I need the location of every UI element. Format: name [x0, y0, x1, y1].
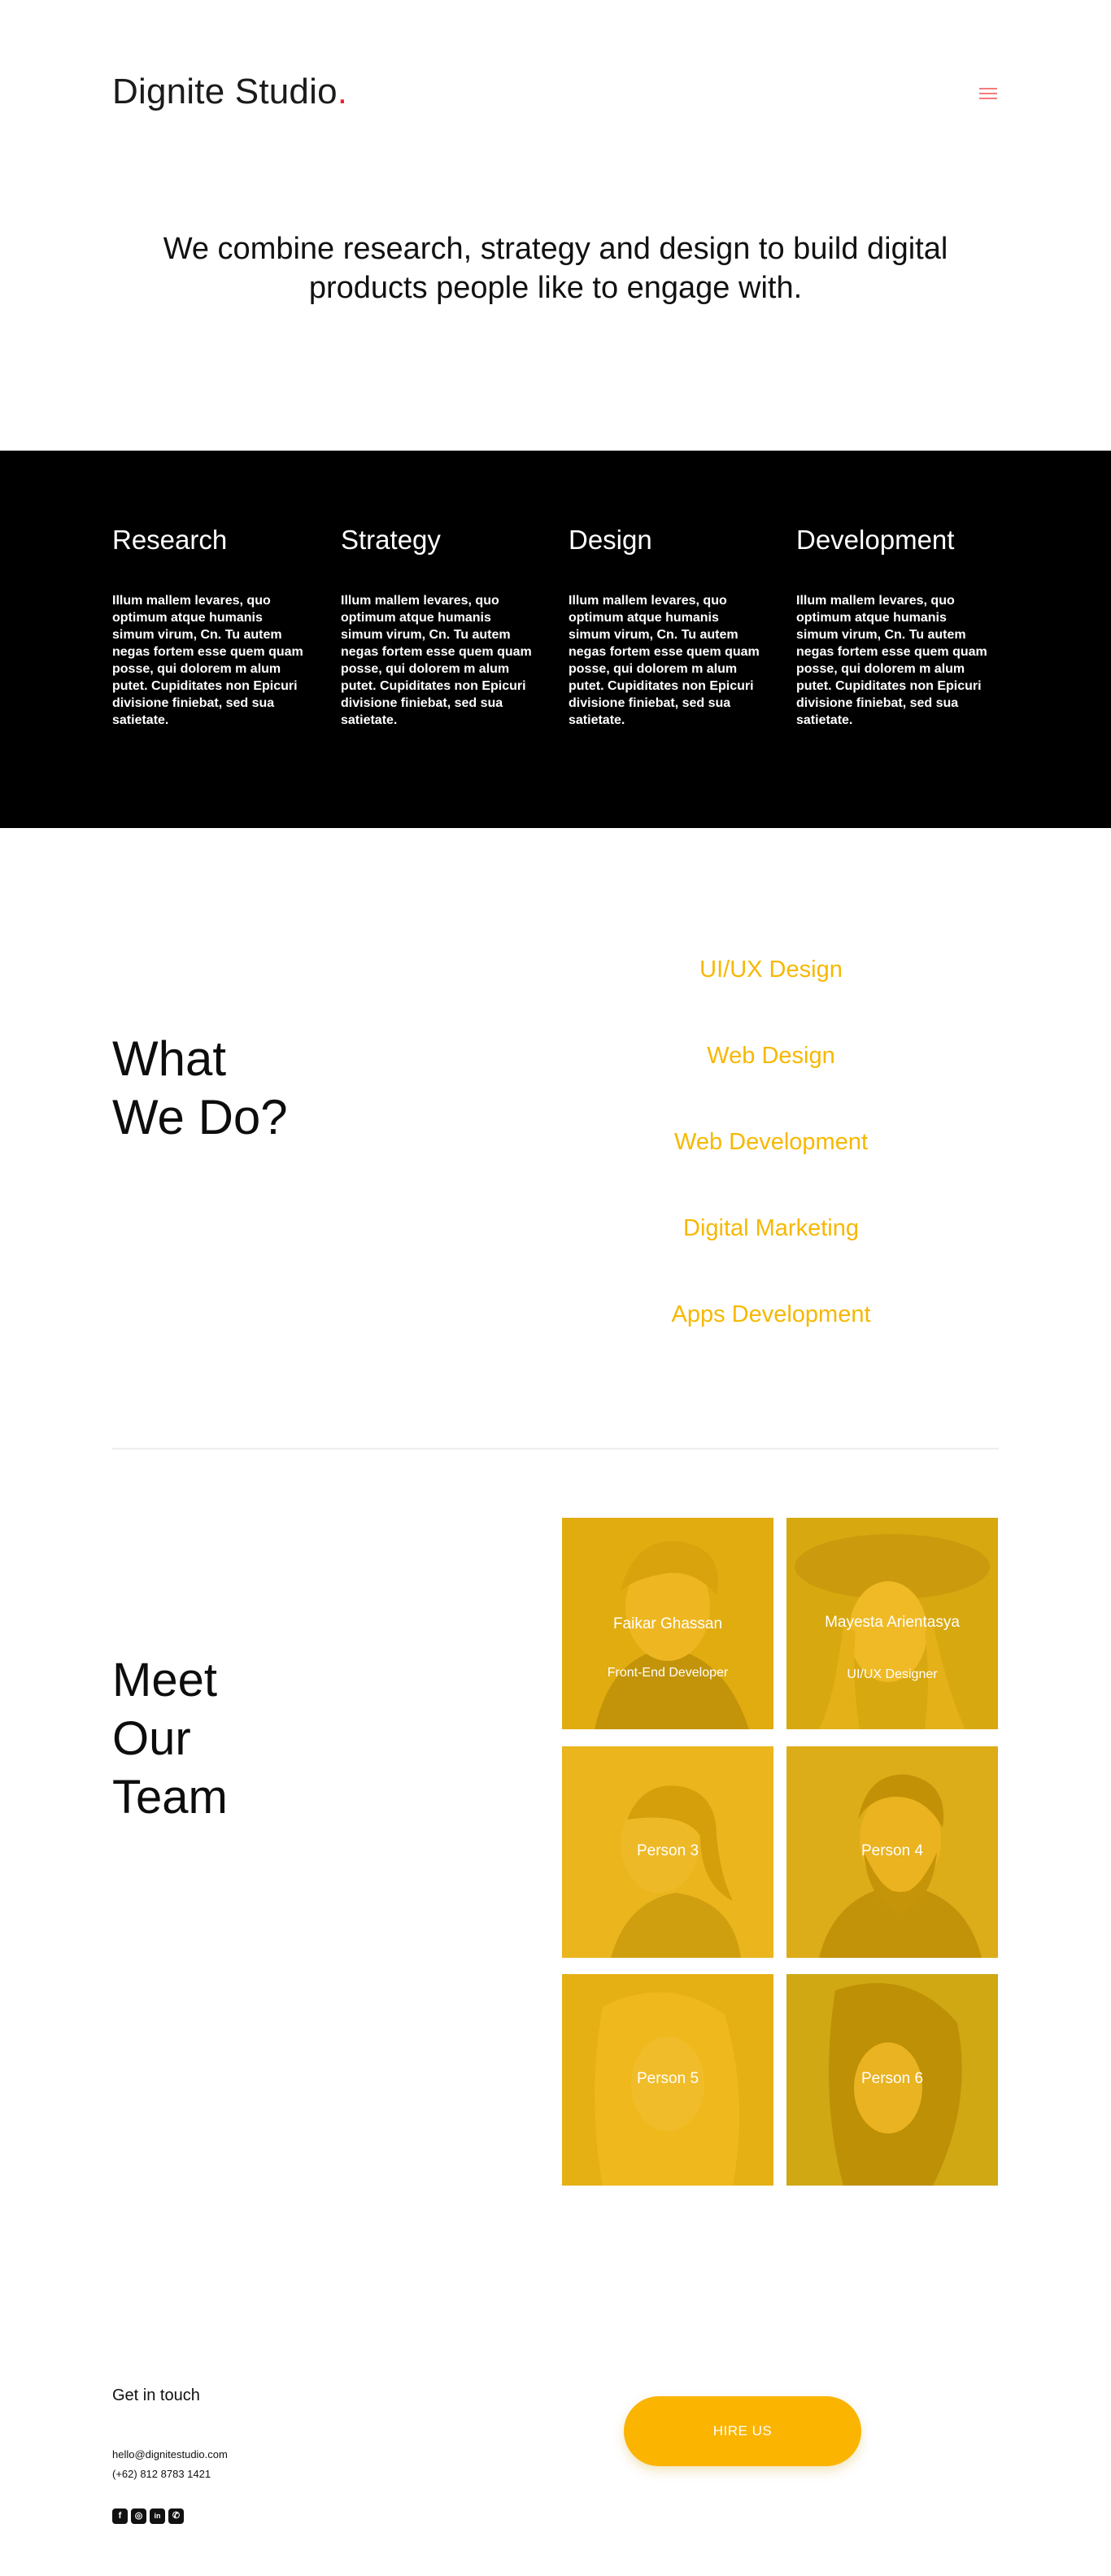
process-text: Illum mallem levares, quo optimum atque …	[341, 594, 532, 727]
team-member-role: Front-End Developer	[607, 1666, 729, 1680]
whatsapp-icon[interactable]: ✆	[168, 2508, 184, 2524]
process-design: Design Illum mallem levares, quo optimum…	[569, 524, 764, 729]
service-digital-marketing[interactable]: Digital Marketing	[618, 1215, 924, 1242]
brand-logo-dot: .	[337, 72, 348, 111]
team-member-name: Person 4	[860, 1842, 924, 1859]
contact-email-link[interactable]: hello@dignitestudio.com	[112, 2448, 228, 2460]
team-member-name: Person 6	[860, 2070, 924, 2087]
what-we-do-title-line: What	[112, 1031, 227, 1086]
team-member-role: UI/UX Designer	[847, 1667, 938, 1681]
facebook-icon[interactable]: f	[112, 2508, 128, 2524]
service-web-design[interactable]: Web Design	[618, 1043, 924, 1070]
team-title-line: Meet	[112, 1654, 217, 1706]
team-member-name: Person 3	[636, 1842, 699, 1859]
process-title: Development	[796, 525, 955, 555]
process-title: Strategy	[341, 525, 441, 555]
team-title-line: Our	[112, 1712, 191, 1765]
team-card[interactable]: Person 4	[786, 1746, 998, 1958]
team-card[interactable]: Mayesta Arientasya UI/UX Designer	[786, 1518, 998, 1729]
process-text: Illum mallem levares, quo optimum atque …	[796, 594, 987, 727]
team-member-name: Person 5	[636, 2070, 699, 2087]
team-card[interactable]: Faikar Ghassan Front-End Developer	[562, 1518, 773, 1729]
menu-line	[979, 93, 997, 94]
hero-statement: We combine research, strategy and design…	[163, 232, 948, 305]
service-web-development[interactable]: Web Development	[618, 1129, 924, 1156]
instagram-icon[interactable]: ◎	[131, 2508, 146, 2524]
hire-us-button[interactable]: HIRE US	[624, 2396, 861, 2466]
section-divider	[112, 1448, 999, 1449]
brand-logo-text: Dignite Studio	[112, 72, 338, 111]
process-text: Illum mallem levares, quo optimum atque …	[569, 594, 760, 727]
what-we-do-title-line: We Do?	[112, 1090, 288, 1144]
menu-line	[979, 88, 997, 89]
process-strategy: Strategy Illum mallem levares, quo optim…	[341, 524, 536, 729]
team-title: Meet Our Team	[112, 1651, 228, 1827]
team-card[interactable]: Person 3	[562, 1746, 773, 1958]
process-title: Research	[112, 525, 228, 555]
team-title-line: Team	[112, 1771, 228, 1824]
process-section: Research Illum mallem levares, quo optim…	[0, 451, 1111, 828]
team-member-name: Faikar Ghassan	[612, 1615, 723, 1632]
process-development: Development Illum mallem levares, quo op…	[796, 524, 991, 729]
linkedin-icon[interactable]: in	[150, 2508, 165, 2524]
team-card[interactable]: Person 5	[562, 1974, 773, 2186]
process-title: Design	[569, 525, 652, 555]
process-text: Illum mallem levares, quo optimum atque …	[112, 594, 303, 727]
hamburger-menu-icon[interactable]	[979, 86, 997, 101]
team-card[interactable]: Person 6	[786, 1974, 998, 2186]
get-in-touch-heading: Get in touch	[112, 2386, 200, 2404]
service-apps-development[interactable]: Apps Development	[618, 1301, 924, 1328]
team-member-name: Mayesta Arientasya	[825, 1614, 960, 1631]
contact-phone: (+62) 812 8783 1421	[112, 2468, 211, 2480]
what-we-do-title: What We Do?	[112, 1030, 288, 1147]
service-uiux-design[interactable]: UI/UX Design	[618, 957, 924, 983]
site-header: Dignite Studio.	[0, 0, 1111, 187]
brand-logo[interactable]: Dignite Studio.	[112, 72, 347, 112]
process-research: Research Illum mallem levares, quo optim…	[112, 524, 307, 729]
menu-line	[979, 98, 997, 99]
